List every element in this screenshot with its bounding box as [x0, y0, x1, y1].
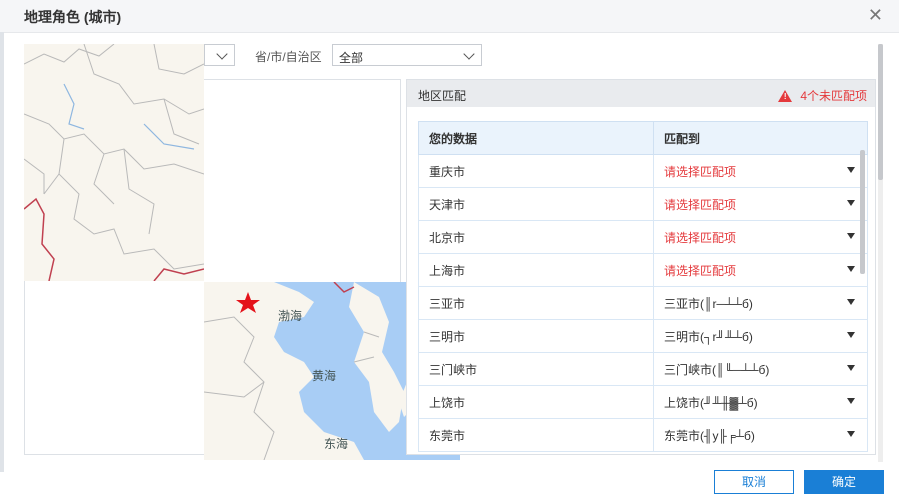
table-row: 天津市 请选择匹配项 [418, 187, 868, 221]
match-table: 您的数据 匹配到 重庆市 请选择匹配项 天津市 请选择匹配项 北京市 请选择匹配项 上海市请… [418, 121, 868, 452]
match-select-cell[interactable]: 上饶市(╜╨╫▓┴б) [653, 385, 868, 419]
sea-label-bohai: 渤海 [278, 309, 303, 323]
city-select[interactable] [204, 44, 235, 66]
dialog-scrollbar[interactable] [878, 44, 883, 462]
your-data-cell: 三明市 [418, 319, 654, 353]
dialog-title-bar: 地理角色 (城市) ✕ [0, 0, 899, 33]
match-select-value: 请选择匹配项 [664, 230, 737, 245]
dialog-scrollbar-thumb[interactable] [878, 44, 883, 180]
your-data-cell: 天津市 [418, 187, 654, 221]
match-select-cell[interactable]: 请选择匹配项 [653, 220, 868, 254]
table-row: 上饶市 上饶市(╜╨╫▓┴б) [418, 385, 868, 419]
column-header-your-data: 您的数据 [418, 121, 654, 155]
match-panel-title: 地区匹配 [418, 89, 467, 103]
chevron-down-icon [216, 48, 228, 60]
your-data-cell: 三亚市 [418, 286, 654, 320]
map-west-svg [24, 44, 204, 281]
unmatched-warning-text: 4个未匹配项 [800, 89, 867, 103]
match-select-value: 三亚市(║r─┴┴б) [664, 296, 753, 311]
warning-icon: ! [778, 90, 793, 102]
dropdown-caret-icon [847, 398, 855, 404]
table-header-row: 您的数据 匹配到 [418, 121, 868, 155]
match-select-cell[interactable]: 请选择匹配项 [653, 154, 868, 188]
cancel-button[interactable]: 取消 [714, 470, 794, 494]
unmatched-warning: ! 4个未匹配项 [778, 87, 867, 104]
province-select[interactable]: 全部 [332, 44, 482, 66]
match-select-value: 请选择匹配项 [664, 197, 737, 212]
match-panel: 地区匹配 ! 4个未匹配项 您的数据 匹配到 重庆市 请选择匹配项 天津市 请选择匹配项… [406, 79, 876, 455]
your-data-cell: 重庆市 [418, 154, 654, 188]
match-select-value: 三明市(┐r╜╨┴б) [664, 329, 753, 344]
table-row: 三门峡市 三门峡市(║╙─┴┴б) [418, 352, 868, 386]
your-data-cell: 上饶市 [418, 385, 654, 419]
table-row: 三明市 三明市(┐r╜╨┴б) [418, 319, 868, 353]
match-panel-header: 地区匹配 ! 4个未匹配项 [407, 80, 875, 107]
dropdown-caret-icon [847, 299, 855, 305]
table-scrollbar-thumb[interactable] [860, 150, 865, 274]
table-row: 重庆市 请选择匹配项 [418, 154, 868, 188]
ok-button[interactable]: 确定 [804, 470, 884, 494]
match-select-cell[interactable]: 三亚市(║r─┴┴б) [653, 286, 868, 320]
match-select-value: 请选择匹配项 [664, 164, 737, 179]
match-select-cell[interactable]: 请选择匹配项 [653, 187, 868, 221]
table-row: 东莞市 东莞市(╢y╟╒┴б) [418, 418, 868, 452]
match-select-cell[interactable]: 三明市(┐r╜╨┴б) [653, 319, 868, 353]
your-data-cell: 上海市 [418, 253, 654, 287]
match-select-value: 上饶市(╜╨╫▓┴б) [664, 395, 758, 410]
province-label: 省/市/自治区 [255, 50, 322, 64]
your-data-cell: 北京市 [418, 220, 654, 254]
table-row: 上海市 请选择匹配项 [418, 253, 868, 287]
dropdown-caret-icon [847, 332, 855, 338]
table-row: 三亚市 三亚市(║r─┴┴б) [418, 286, 868, 320]
dropdown-caret-icon [847, 365, 855, 371]
dropdown-caret-icon [847, 167, 855, 173]
close-icon[interactable]: ✕ [868, 5, 883, 26]
province-select-value: 全部 [339, 51, 364, 65]
dropdown-caret-icon [847, 431, 855, 437]
your-data-cell: 东莞市 [418, 418, 654, 452]
table-row: 北京市 请选择匹配项 [418, 220, 868, 254]
match-select-cell[interactable]: 东莞市(╢y╟╒┴б) [653, 418, 868, 452]
match-select-value: 三门峡市(║╙─┴┴б) [664, 362, 770, 377]
sea-label-donghai: 东海 [324, 437, 349, 451]
background-window-edge [0, 32, 4, 472]
match-select-value: 东莞市(╢y╟╒┴б) [664, 428, 755, 443]
your-data-cell: 三门峡市 [418, 352, 654, 386]
column-header-match-to: 匹配到 [653, 121, 868, 155]
dropdown-caret-icon [847, 200, 855, 206]
sea-label-huanghai: 黄海 [312, 369, 337, 383]
dropdown-caret-icon [847, 266, 855, 272]
match-select-cell[interactable]: 请选择匹配项 [653, 253, 868, 287]
chevron-down-icon [463, 48, 475, 60]
match-select-cell[interactable]: 三门峡市(║╙─┴┴б) [653, 352, 868, 386]
match-select-value: 请选择匹配项 [664, 263, 737, 278]
dialog-title: 地理角色 (城市) [24, 9, 122, 25]
map-tile-west[interactable] [24, 44, 204, 281]
dropdown-caret-icon [847, 233, 855, 239]
